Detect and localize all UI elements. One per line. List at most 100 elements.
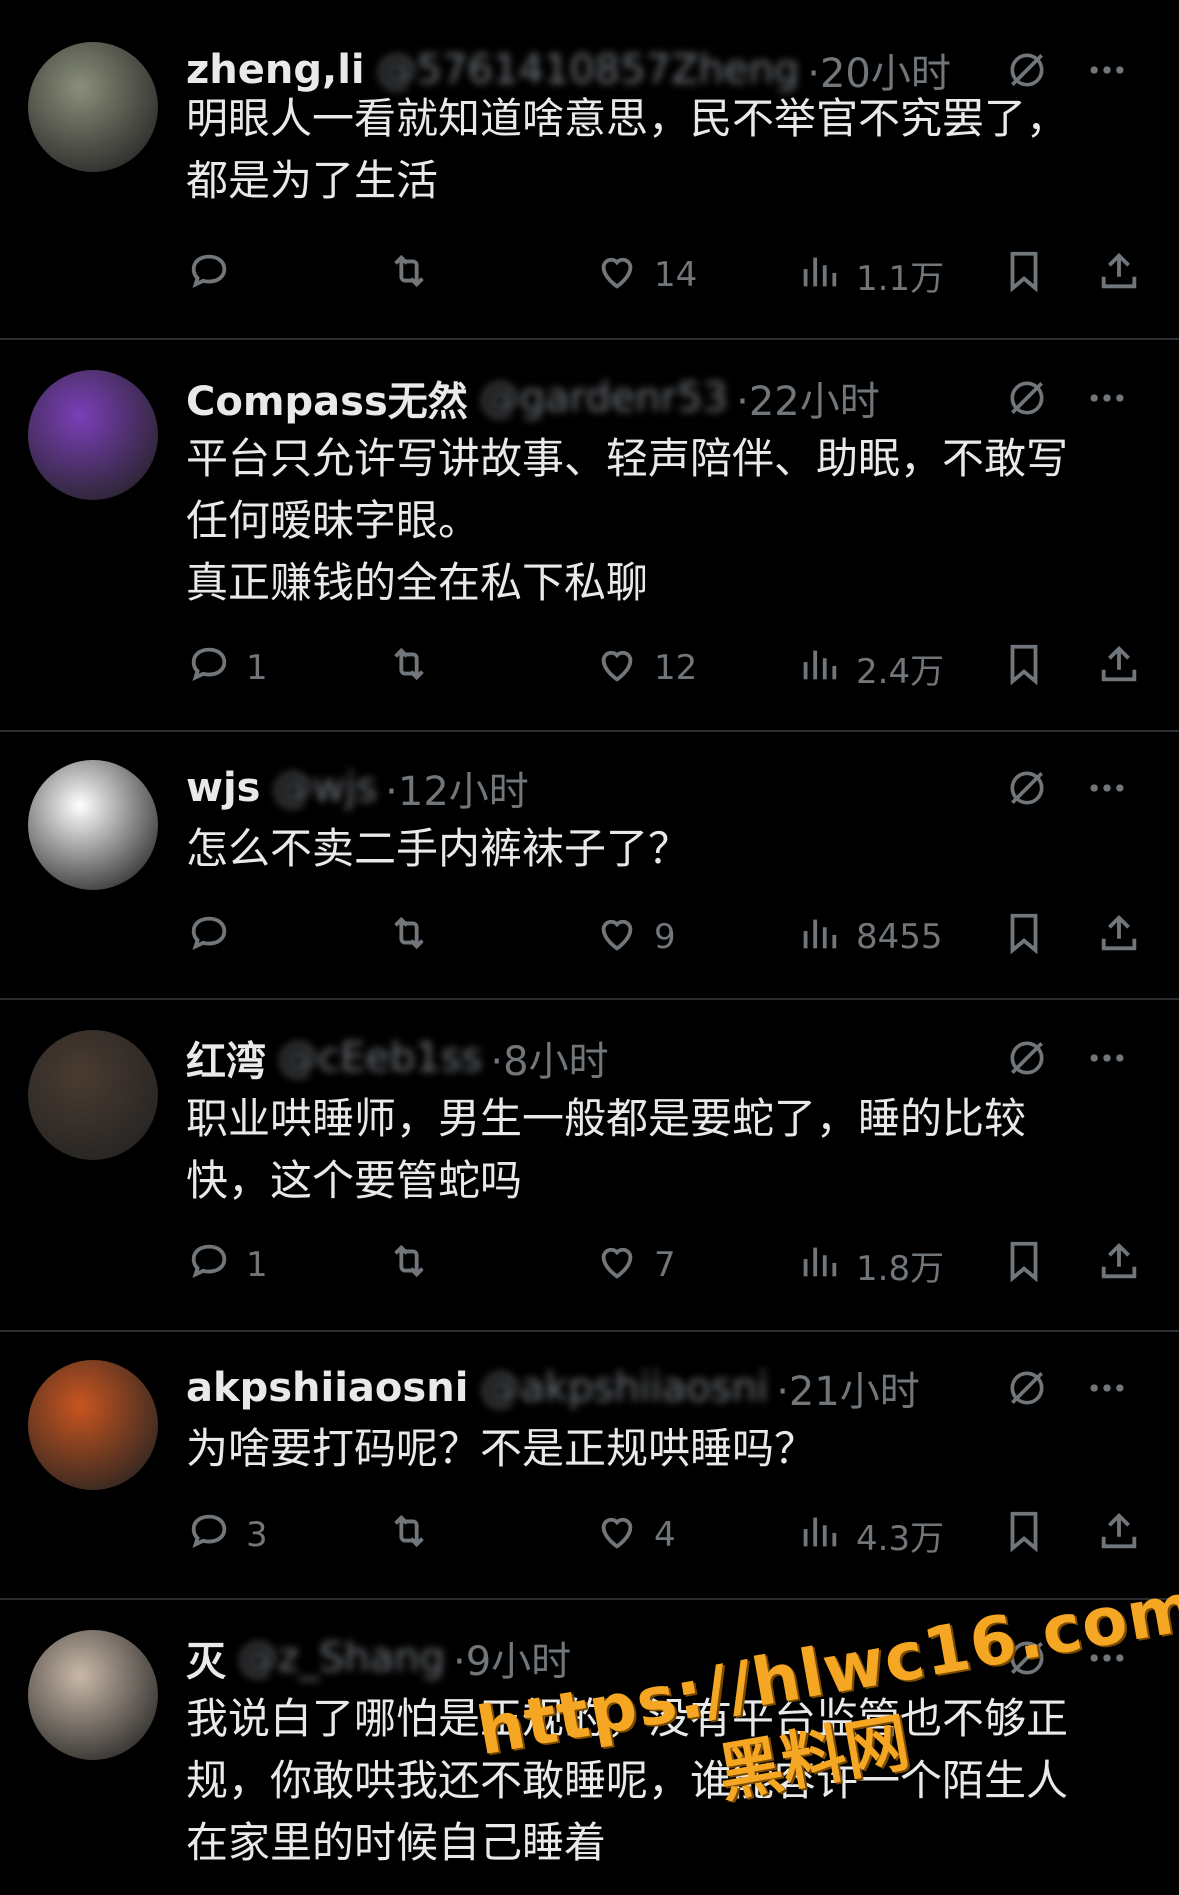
views-button[interactable]: 2.4万 — [796, 638, 944, 698]
repost-button[interactable] — [386, 1235, 432, 1295]
grok-icon[interactable] — [1005, 1036, 1049, 1084]
like-icon — [594, 641, 640, 696]
likes-count: 7 — [654, 1245, 676, 1285]
author-handle[interactable]: @wjs — [272, 765, 377, 811]
avatar[interactable] — [28, 1030, 158, 1160]
bookmark-icon — [1001, 1508, 1047, 1563]
likes-count: 9 — [654, 917, 676, 957]
views-button[interactable]: 4.3万 — [796, 1505, 944, 1565]
more-icon[interactable] — [1085, 1366, 1129, 1414]
reply-icon — [186, 1508, 232, 1563]
avatar[interactable] — [28, 370, 158, 500]
more-icon[interactable] — [1085, 766, 1129, 814]
post-text: 明眼人一看就知道啥意思，民不举官不究罢了， 都是为了生活 — [186, 94, 1069, 205]
replies-count: 3 — [246, 1515, 268, 1555]
share-icon — [1096, 1508, 1142, 1563]
share-button[interactable] — [1096, 907, 1142, 967]
author-name[interactable]: 红湾 — [186, 1029, 266, 1087]
repost-button[interactable] — [386, 638, 432, 698]
reply-post[interactable]: zheng,li @5761410857Zheng ·20小时 明眼人一看就知道啥意思… — [0, 0, 1179, 340]
like-button[interactable]: 7 — [594, 1235, 676, 1295]
views-button[interactable]: 1.8万 — [796, 1235, 944, 1295]
bookmark-button[interactable] — [1001, 1235, 1047, 1295]
like-icon — [594, 1508, 640, 1563]
more-icon[interactable] — [1085, 1036, 1129, 1084]
share-icon — [1096, 641, 1142, 696]
post-time[interactable]: ·8小时 — [490, 1029, 608, 1087]
replies-count: 1 — [246, 1245, 268, 1285]
redaction-scribble — [28, 1630, 158, 1760]
views-button[interactable]: 1.1万 — [796, 245, 944, 305]
author-name[interactable]: zheng,li — [186, 47, 365, 93]
views-icon — [796, 248, 842, 303]
like-button[interactable]: 4 — [594, 1505, 676, 1565]
post-text: 为啥要打码呢？不是正规哄睡吗？ — [186, 1424, 817, 1473]
header-icons — [1005, 1366, 1129, 1414]
grok-icon[interactable] — [1005, 376, 1049, 424]
repost-button[interactable] — [386, 907, 432, 967]
like-button[interactable]: 14 — [594, 245, 697, 305]
bookmark-button[interactable] — [1001, 1505, 1047, 1565]
author-name[interactable]: Compass无然 — [186, 369, 468, 427]
avatar[interactable] — [28, 1630, 158, 1760]
grok-icon[interactable] — [1005, 1366, 1049, 1414]
bookmark-button[interactable] — [1001, 907, 1047, 967]
post-text: 怎么不卖二手内裤袜子了？ — [186, 824, 691, 873]
reply-button[interactable] — [186, 907, 246, 967]
like-button[interactable]: 9 — [594, 907, 676, 967]
author-name[interactable]: akpshiiaosni — [186, 1365, 468, 1411]
reply-post[interactable]: wjs @wjs ·12小时怎么不卖二手内裤袜子了？ 9 8455 — [0, 732, 1179, 1000]
author-handle[interactable]: @gardenr53 — [480, 375, 728, 421]
post-time[interactable]: ·22小时 — [736, 369, 880, 427]
author-handle[interactable]: @akpshiiaosni — [480, 1365, 768, 1411]
redaction-scribble — [28, 1030, 158, 1160]
like-icon — [594, 910, 640, 965]
repost-icon — [386, 1508, 432, 1563]
reply-icon — [186, 248, 232, 303]
reply-icon — [186, 641, 232, 696]
reply-post[interactable]: akpshiiaosni @akpshiiaosni ·21小时为啥要打码呢？不是正… — [0, 1332, 1179, 1600]
likes-count: 12 — [654, 648, 698, 688]
repost-button[interactable] — [386, 245, 432, 305]
more-icon[interactable] — [1085, 376, 1129, 424]
reply-button[interactable]: 1 — [186, 1235, 268, 1295]
avatar[interactable] — [28, 42, 158, 172]
like-icon — [594, 1238, 640, 1293]
bookmark-button[interactable] — [1001, 638, 1047, 698]
author-name[interactable]: 灭 — [186, 1629, 226, 1687]
avatar[interactable] — [28, 760, 158, 890]
share-button[interactable] — [1096, 245, 1142, 305]
reply-post[interactable]: Compass无然 @gardenr53·22小时 平台只允许写讲故事、轻声陪伴、助… — [0, 340, 1179, 732]
repost-button[interactable] — [386, 1505, 432, 1565]
post-time[interactable]: ·9小时 — [453, 1629, 571, 1687]
bookmark-button[interactable] — [1001, 245, 1047, 305]
views-icon — [796, 1238, 842, 1293]
repost-icon — [386, 641, 432, 696]
author-handle[interactable]: @cEeb1ss — [278, 1035, 482, 1081]
reply-icon — [186, 1238, 232, 1293]
author-handle[interactable]: @5761410857Zheng — [377, 47, 800, 93]
reply-button[interactable]: 3 — [186, 1505, 268, 1565]
author-name[interactable]: wjs — [186, 765, 260, 811]
post-header: akpshiiaosni @akpshiiaosni ·21小时 — [186, 1358, 1139, 1418]
redaction-scribble — [28, 370, 158, 500]
share-button[interactable] — [1096, 1505, 1142, 1565]
reply-button[interactable]: 1 — [186, 638, 268, 698]
post-header: 红湾 @cEeb1ss ·8小时 — [186, 1028, 1139, 1088]
redaction-scribble — [28, 760, 158, 890]
bookmark-icon — [1001, 1238, 1047, 1293]
reply-post[interactable]: 红湾 @cEeb1ss ·8小时 职业哄睡师，男生一般都是要蛇了，睡的比较 快，这个要… — [0, 1000, 1179, 1332]
like-button[interactable]: 12 — [594, 638, 697, 698]
bookmark-icon — [1001, 910, 1047, 965]
avatar[interactable] — [28, 1360, 158, 1490]
share-icon — [1096, 248, 1142, 303]
share-button[interactable] — [1096, 1235, 1142, 1295]
author-handle[interactable]: @z_Shang — [238, 1635, 445, 1681]
post-time[interactable]: ·21小时 — [776, 1359, 920, 1417]
views-button[interactable]: 8455 — [796, 907, 943, 967]
share-button[interactable] — [1096, 638, 1142, 698]
grok-icon[interactable] — [1005, 766, 1049, 814]
post-time[interactable]: ·12小时 — [385, 759, 529, 817]
reply-button[interactable] — [186, 245, 246, 305]
views-count: 1.1万 — [856, 258, 945, 299]
